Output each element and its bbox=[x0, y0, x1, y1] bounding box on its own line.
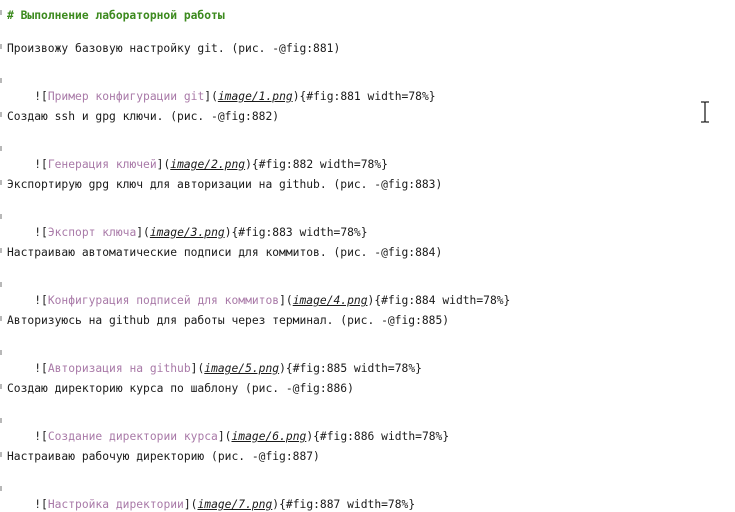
markdown-editor[interactable]: # Выполнение лабораторной работы Произво… bbox=[0, 0, 735, 512]
image-link-line[interactable]: ![Генерация ключей](image/2.png){#fig:88… bbox=[7, 144, 388, 171]
gutter-marker bbox=[0, 452, 2, 457]
image-alt-text: Экспорт ключа bbox=[47, 226, 137, 239]
alt-close-syntax: ]( bbox=[156, 158, 171, 171]
path-close-syntax: ) bbox=[279, 362, 286, 375]
gutter-marker bbox=[0, 44, 2, 49]
image-open-syntax: ![ bbox=[34, 294, 48, 307]
figure-attributes: {#fig:886 width=78%} bbox=[313, 430, 450, 443]
image-alt-text: Создание директории курса bbox=[47, 430, 218, 443]
image-open-syntax: ![ bbox=[34, 430, 48, 443]
image-open-syntax: ![ bbox=[34, 226, 48, 239]
image-alt-text: Генерация ключей bbox=[47, 158, 157, 171]
image-path-link[interactable]: image/6.png bbox=[231, 430, 306, 443]
image-open-syntax: ![ bbox=[34, 498, 48, 511]
alt-close-syntax: ]( bbox=[183, 498, 198, 511]
image-path-link[interactable]: image/3.png bbox=[150, 226, 225, 239]
path-close-syntax: ) bbox=[292, 90, 300, 103]
image-path-link[interactable]: image/2.png bbox=[170, 158, 245, 171]
image-path-link[interactable]: image/4.png bbox=[293, 294, 368, 307]
alt-close-syntax: ]( bbox=[279, 294, 293, 307]
text-line[interactable]: Настраиваю автоматические подписи для ко… bbox=[7, 246, 442, 260]
image-link-line[interactable]: ![Конфигурация подписей для коммитов](im… bbox=[7, 280, 510, 307]
gutter-marker bbox=[0, 384, 2, 389]
image-open-syntax: ![ bbox=[34, 158, 48, 171]
figure-attributes: {#fig:885 width=78%} bbox=[285, 362, 422, 375]
gutter-marker bbox=[0, 146, 2, 151]
figure-attributes: {#fig:884 width=78%} bbox=[374, 294, 511, 307]
text-line[interactable]: Экспортирую gpg ключ для авторизации на … bbox=[7, 178, 442, 192]
image-alt-text: Настройка директории bbox=[47, 498, 184, 511]
gutter-marker bbox=[0, 350, 2, 355]
path-close-syntax: ) bbox=[245, 158, 252, 171]
image-link-line[interactable]: ![Пример конфигурации git](image/1.png){… bbox=[7, 76, 435, 103]
alt-close-syntax: ]( bbox=[217, 430, 232, 443]
gutter-marker bbox=[0, 214, 2, 219]
image-open-syntax: ![ bbox=[34, 90, 48, 103]
alt-close-syntax: ]( bbox=[204, 90, 218, 103]
gutter-marker bbox=[0, 316, 2, 321]
image-path-link[interactable]: image/7.png bbox=[197, 498, 272, 511]
figure-attributes: {#fig:881 width=78%} bbox=[299, 90, 436, 103]
alt-close-syntax: ]( bbox=[136, 226, 150, 239]
gutter-marker bbox=[0, 418, 2, 423]
image-alt-text: Пример конфигурации git bbox=[47, 90, 205, 103]
gutter-marker bbox=[0, 282, 2, 287]
text-line[interactable]: Настраиваю рабочую директорию (рис. -@fi… bbox=[7, 450, 320, 464]
image-link-line[interactable]: ![Авторизация на github](image/5.png){#f… bbox=[7, 348, 422, 375]
gutter-marker bbox=[0, 248, 2, 253]
gutter-marker bbox=[0, 10, 2, 15]
image-alt-text: Конфигурация подписей для коммитов bbox=[47, 294, 280, 307]
section-heading[interactable]: # Выполнение лабораторной работы bbox=[7, 9, 225, 23]
text-line[interactable]: Создаю директорию курса по шаблону (рис.… bbox=[7, 382, 354, 396]
text-line[interactable]: Создаю ssh и gpg ключи. (рис. -@fig:882) bbox=[7, 110, 279, 124]
text-line[interactable]: Авторизуюсь на github для работы через т… bbox=[7, 314, 449, 328]
alt-close-syntax: ]( bbox=[190, 362, 205, 375]
gutter-marker bbox=[0, 180, 2, 185]
image-link-line[interactable]: ![Экспорт ключа](image/3.png){#fig:883 w… bbox=[7, 212, 367, 239]
text-line[interactable]: Произвожу базовую настройку git. (рис. -… bbox=[7, 42, 340, 56]
gutter-marker bbox=[0, 112, 2, 117]
figure-attributes: {#fig:883 width=78%} bbox=[231, 226, 368, 239]
image-open-syntax: ![ bbox=[34, 362, 48, 375]
image-link-line[interactable]: ![Настройка директории](image/7.png){#fi… bbox=[7, 484, 415, 511]
image-path-link[interactable]: image/5.png bbox=[204, 362, 279, 375]
figure-attributes: {#fig:882 width=78%} bbox=[251, 158, 388, 171]
editor-gutter bbox=[0, 0, 4, 512]
path-close-syntax: ) bbox=[224, 226, 232, 239]
image-link-line[interactable]: ![Создание директории курса](image/6.png… bbox=[7, 416, 449, 443]
gutter-marker bbox=[0, 78, 2, 83]
figure-attributes: {#fig:887 width=78%} bbox=[279, 498, 416, 511]
gutter-marker bbox=[0, 486, 2, 491]
text-cursor-ibeam-icon bbox=[701, 101, 709, 123]
image-alt-text: Авторизация на github bbox=[47, 362, 191, 375]
image-path-link[interactable]: image/1.png bbox=[218, 90, 293, 103]
